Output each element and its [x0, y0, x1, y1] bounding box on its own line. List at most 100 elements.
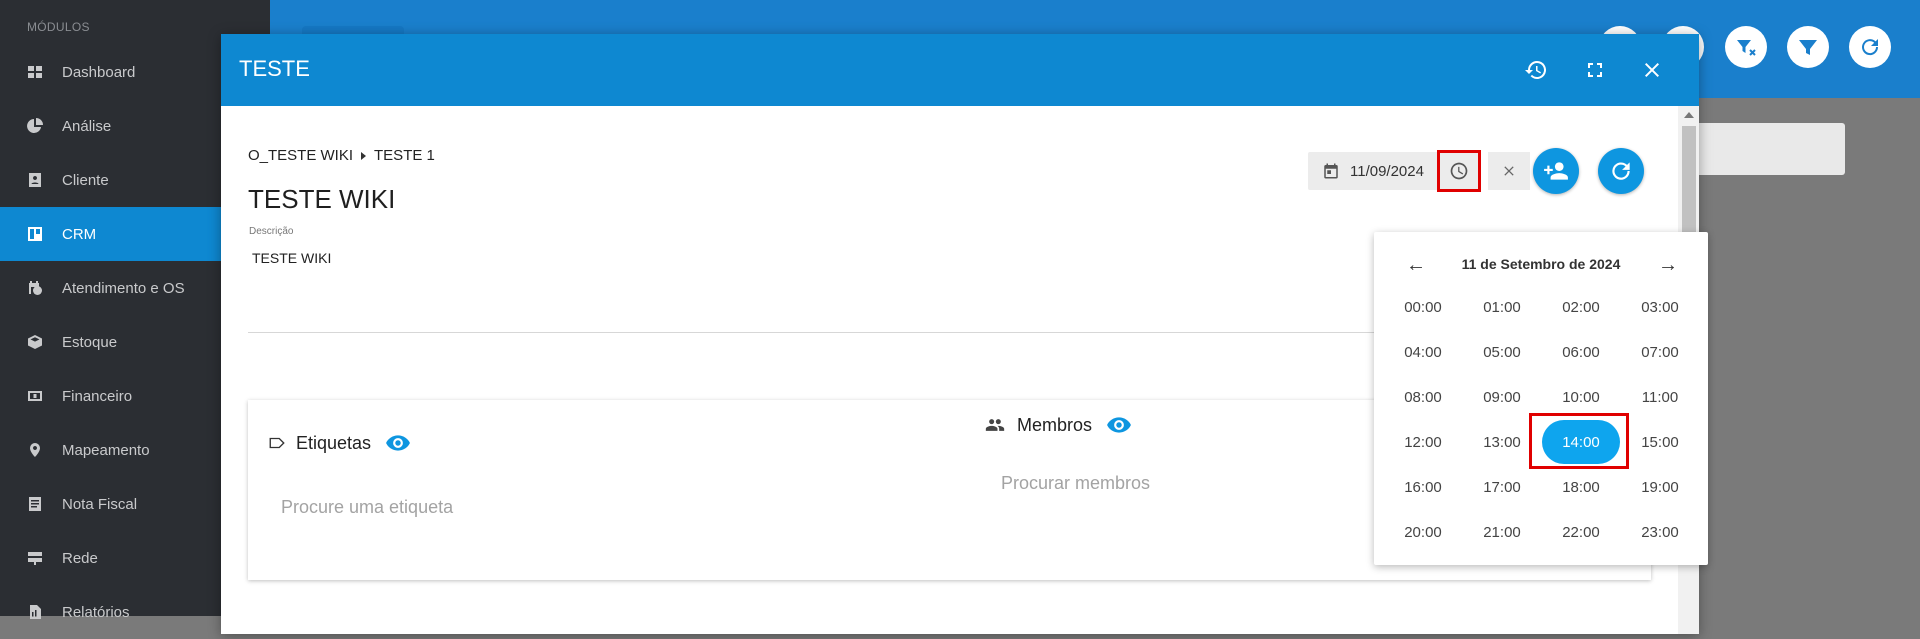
sidebar-item-label: Nota Fiscal	[62, 495, 138, 513]
close-modal-button[interactable]	[1638, 56, 1666, 84]
modal-title: TESTE	[239, 56, 310, 81]
hour-option[interactable]: 10:00	[1541, 376, 1621, 418]
sidebar-item-label: Cliente	[62, 171, 109, 189]
hour-option-label: 18:00	[1562, 478, 1600, 496]
hour-option-label: 13:00	[1483, 433, 1521, 451]
hour-option-label: 03:00	[1641, 298, 1679, 316]
breadcrumb-separator-icon	[361, 151, 367, 160]
clear-filter-button[interactable]	[1725, 26, 1767, 68]
hour-option[interactable]: 12:00	[1383, 421, 1463, 463]
history-button[interactable]	[1522, 56, 1550, 84]
selected-hour-highlight	[1529, 413, 1629, 469]
hour-option[interactable]: 15:00	[1620, 421, 1700, 463]
hour-option-label: 23:00	[1641, 523, 1679, 541]
hour-option-label: 21:00	[1483, 523, 1521, 541]
eye-icon[interactable]	[1106, 412, 1132, 438]
hour-option-label: 22:00	[1562, 523, 1600, 541]
contact-card-icon	[26, 171, 44, 189]
description-field[interactable]: TESTE WIKI	[252, 250, 331, 266]
money-icon	[26, 387, 44, 405]
time-picker-button[interactable]	[1437, 150, 1481, 192]
eye-icon[interactable]	[385, 430, 411, 456]
document-icon	[26, 495, 44, 513]
hour-option[interactable]: 07:00	[1620, 331, 1700, 373]
report-icon	[26, 603, 44, 621]
hour-option[interactable]: 21:00	[1462, 511, 1542, 553]
hour-option-label: 10:00	[1562, 388, 1600, 406]
add-member-button[interactable]	[1533, 148, 1579, 194]
fullscreen-button[interactable]	[1581, 56, 1609, 84]
hour-option-label: 15:00	[1641, 433, 1679, 451]
hour-option[interactable]: 17:00	[1462, 466, 1542, 508]
sidebar-item-label: CRM	[62, 225, 97, 243]
refresh-icon	[1862, 39, 1879, 56]
hour-option-label: 04:00	[1404, 343, 1442, 361]
filter-icon	[1799, 40, 1817, 55]
hour-option[interactable]: 04:00	[1383, 331, 1463, 373]
close-icon	[1645, 63, 1659, 77]
members-title: Membros	[1017, 414, 1093, 435]
breadcrumb: O_TESTE WIKI TESTE 1	[248, 147, 435, 164]
modal-header: TESTE	[221, 34, 1699, 106]
hour-option[interactable]: 00:00	[1383, 286, 1463, 328]
hour-option[interactable]: 11:00	[1620, 376, 1700, 418]
hour-option[interactable]: 20:00	[1383, 511, 1463, 553]
labels-title: Etiquetas	[296, 432, 372, 453]
card-modal: TESTE O_TESTE WIKI TESTE 1 TESTE WIKI De…	[221, 34, 1708, 634]
person-add-icon	[1544, 162, 1568, 180]
hour-option[interactable]: 19:00	[1620, 466, 1700, 508]
refresh-button[interactable]	[1598, 148, 1644, 194]
description-label: Descrição	[249, 226, 294, 237]
hour-option-label: 20:00	[1404, 523, 1442, 541]
scroll-up-arrow[interactable]	[1684, 112, 1694, 118]
sidebar-item-label: Mapeamento	[62, 441, 150, 459]
sidebar-section-label: MÓDULOS	[27, 20, 90, 34]
card-title[interactable]: TESTE WIKI	[248, 184, 395, 215]
time-picker-header: ← 11 de Setembro de 2024 →	[1374, 254, 1708, 276]
time-picker-popup: ← 11 de Setembro de 2024 → 00:00 01:00 02:…	[1374, 232, 1708, 565]
members-header: Membros	[985, 412, 1132, 438]
grid-icon	[26, 63, 44, 81]
hour-option-label: 19:00	[1641, 478, 1679, 496]
sidebar-item-label: Análise	[62, 117, 112, 135]
labels-header: Etiquetas	[268, 430, 411, 456]
box-icon	[26, 333, 44, 351]
hour-option[interactable]: 06:00	[1541, 331, 1621, 373]
hour-option-label: 01:00	[1483, 298, 1521, 316]
breadcrumb-list[interactable]: TESTE 1	[374, 147, 435, 164]
kanban-icon	[26, 225, 44, 243]
calendar-clock-icon	[26, 279, 44, 297]
hour-option[interactable]: 02:00	[1541, 286, 1621, 328]
filter-button[interactable]	[1787, 26, 1829, 68]
close-icon	[1504, 166, 1514, 176]
sidebar-item-label: Rede	[62, 549, 98, 567]
breadcrumb-board[interactable]: O_TESTE WIKI	[248, 147, 353, 164]
hour-option-label: 17:00	[1483, 478, 1521, 496]
hour-option-label: 08:00	[1404, 388, 1442, 406]
sidebar-item-label: Estoque	[62, 333, 118, 351]
hour-option[interactable]: 08:00	[1383, 376, 1463, 418]
hour-option-label: 09:00	[1483, 388, 1521, 406]
hour-option[interactable]: 18:00	[1541, 466, 1621, 508]
refresh-background-button[interactable]	[1849, 26, 1891, 68]
sidebar-item-label: Relatórios	[62, 603, 130, 621]
hour-option[interactable]: 22:00	[1541, 511, 1621, 553]
hour-option-label: 12:00	[1404, 433, 1442, 451]
clear-date-button[interactable]	[1488, 152, 1530, 190]
hour-option[interactable]: 05:00	[1462, 331, 1542, 373]
sidebar-item-label: Financeiro	[62, 387, 133, 405]
sidebar-item-label: Dashboard	[62, 63, 136, 81]
hour-option-label: 06:00	[1562, 343, 1600, 361]
hour-option[interactable]: 03:00	[1620, 286, 1700, 328]
hour-option[interactable]: 16:00	[1383, 466, 1463, 508]
hour-option-label: 11:00	[1641, 388, 1679, 406]
member-search-input[interactable]: Procurar membros	[1001, 473, 1150, 494]
hour-option-label: 16:00	[1404, 478, 1442, 496]
hour-option[interactable]: 09:00	[1462, 376, 1542, 418]
hour-option[interactable]: 23:00	[1620, 511, 1700, 553]
hour-option-label: 00:00	[1404, 298, 1442, 316]
background-panel	[1690, 123, 1845, 175]
next-day-button[interactable]: →	[1658, 254, 1678, 277]
hour-option[interactable]: 01:00	[1462, 286, 1542, 328]
label-search-input[interactable]: Procure uma etiqueta	[281, 497, 453, 518]
